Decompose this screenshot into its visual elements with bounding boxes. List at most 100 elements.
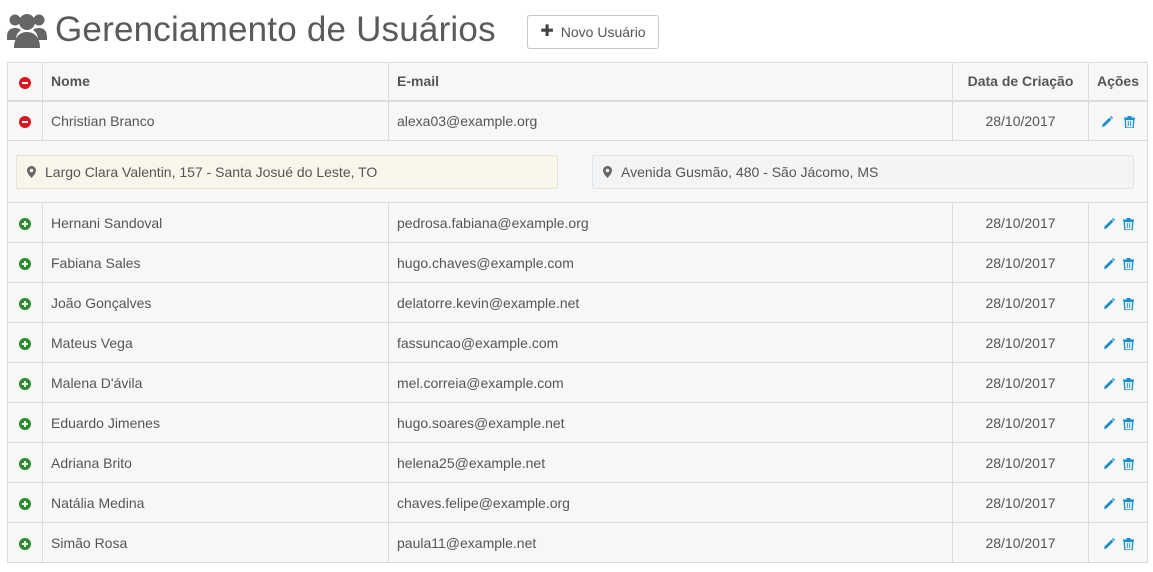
collapse-icon[interactable]	[19, 116, 31, 129]
new-user-button[interactable]: ✚ Novo Usuário	[527, 15, 659, 49]
table-row: Adriana Brito helena25@example.net 28/10/2…	[7, 442, 1148, 483]
table-row: Fabiana Sales hugo.chaves@example.com 28/1…	[7, 242, 1148, 283]
edit-icon[interactable]	[1103, 537, 1115, 550]
map-marker-icon	[27, 165, 36, 178]
collapse-all-toggle[interactable]	[7, 62, 43, 102]
address-details: Largo Clara Valentin, 157 - Santa Josué …	[7, 140, 1148, 203]
user-name: Hernani Sandoval	[42, 202, 389, 243]
user-email: mel.correia@example.com	[388, 362, 953, 403]
user-email: paula11@example.net	[388, 522, 953, 563]
user-name: Malena D'ávila	[42, 362, 389, 403]
user-name: Mateus Vega	[42, 322, 389, 363]
row-toggle[interactable]	[7, 402, 43, 443]
user-name: Fabiana Sales	[42, 242, 389, 283]
user-email: delatorre.kevin@example.net	[388, 282, 953, 323]
address-details-row: Largo Clara Valentin, 157 - Santa Josué …	[7, 140, 1148, 203]
table-row: Malena D'ávila mel.correia@example.com 28/…	[7, 362, 1148, 403]
edit-icon[interactable]	[1103, 497, 1115, 510]
edit-icon[interactable]	[1103, 257, 1115, 270]
row-toggle[interactable]	[7, 202, 43, 243]
row-actions	[1088, 402, 1148, 443]
row-actions	[1088, 202, 1148, 243]
address-text: Avenida Gusmão, 480 - São Jácomo, MS	[621, 163, 879, 180]
expand-icon[interactable]	[19, 217, 31, 230]
row-toggle[interactable]	[7, 362, 43, 403]
user-name: Simão Rosa	[42, 522, 389, 563]
user-created-date: 28/10/2017	[952, 522, 1089, 563]
trash-icon[interactable]	[1122, 457, 1134, 470]
table-header-row: Nome E-mail Data de Criação Ações	[7, 62, 1148, 102]
edit-icon[interactable]	[1103, 297, 1115, 310]
row-toggle[interactable]	[7, 442, 43, 483]
trash-icon[interactable]	[1122, 217, 1134, 230]
user-email: chaves.felipe@example.org	[388, 482, 953, 523]
row-actions	[1088, 482, 1148, 523]
column-header-email[interactable]: E-mail	[388, 62, 953, 102]
table-row: Eduardo Jimenes hugo.soares@example.net 28…	[7, 402, 1148, 443]
table-row: Mateus Vega fassuncao@example.com 28/10/20…	[7, 322, 1148, 363]
trash-icon[interactable]	[1122, 537, 1134, 550]
user-name: Eduardo Jimenes	[42, 402, 389, 443]
row-toggle[interactable]	[7, 242, 43, 283]
table-row: Christian Branco alexa03@example.org 28/…	[7, 100, 1148, 141]
user-created-date: 28/10/2017	[952, 282, 1089, 323]
trash-icon[interactable]	[1124, 116, 1136, 129]
table-row: Simão Rosa paula11@example.net 28/10/2017	[7, 522, 1148, 563]
edit-icon[interactable]	[1103, 337, 1115, 350]
user-name: Natália Medina	[42, 482, 389, 523]
table-row: Hernani Sandoval pedrosa.fabiana@example.…	[7, 202, 1148, 243]
edit-icon[interactable]	[1103, 457, 1115, 470]
row-actions	[1088, 442, 1148, 483]
user-email: pedrosa.fabiana@example.org	[388, 202, 953, 243]
plus-icon: ✚	[540, 23, 554, 40]
row-toggle[interactable]	[7, 482, 43, 523]
users-icon	[7, 14, 47, 48]
row-actions	[1088, 322, 1148, 363]
expand-icon[interactable]	[19, 297, 31, 310]
edit-icon[interactable]	[1101, 116, 1113, 128]
page-header: Gerenciamento de Usuários ✚ Novo Usuário	[0, 0, 1153, 62]
row-toggle[interactable]	[7, 100, 43, 141]
column-header-date[interactable]: Data de Criação	[952, 62, 1089, 102]
column-header-actions: Ações	[1088, 62, 1148, 102]
expand-icon[interactable]	[19, 537, 31, 550]
user-created-date: 28/10/2017	[952, 362, 1089, 403]
trash-icon[interactable]	[1122, 497, 1134, 510]
new-user-button-label: Novo Usuário	[560, 24, 646, 40]
user-email: hugo.chaves@example.com	[388, 242, 953, 283]
user-name: João Gonçalves	[42, 282, 389, 323]
user-created-date: 28/10/2017	[952, 442, 1089, 483]
user-created-date: 28/10/2017	[952, 100, 1089, 141]
table-row: Natália Medina chaves.felipe@example.org 2…	[7, 482, 1148, 523]
user-name: Christian Branco	[42, 100, 389, 141]
trash-icon[interactable]	[1122, 377, 1134, 390]
row-actions	[1088, 282, 1148, 323]
expand-icon[interactable]	[19, 377, 31, 390]
trash-icon[interactable]	[1122, 297, 1134, 310]
user-email: hugo.soares@example.net	[388, 402, 953, 443]
row-toggle[interactable]	[7, 522, 43, 563]
expand-icon[interactable]	[19, 417, 31, 430]
collapse-icon[interactable]	[19, 76, 31, 89]
page-title: Gerenciamento de Usuários	[55, 10, 496, 49]
user-email: helena25@example.net	[388, 442, 953, 483]
row-toggle[interactable]	[7, 282, 43, 323]
edit-icon[interactable]	[1103, 377, 1115, 390]
table-row: João Gonçalves delatorre.kevin@example.ne…	[7, 282, 1148, 323]
expand-icon[interactable]	[19, 257, 31, 270]
expand-icon[interactable]	[19, 457, 31, 470]
edit-icon[interactable]	[1103, 217, 1115, 230]
row-toggle[interactable]	[7, 322, 43, 363]
edit-icon[interactable]	[1103, 417, 1115, 430]
user-email: alexa03@example.org	[388, 100, 953, 141]
expand-icon[interactable]	[19, 337, 31, 350]
trash-icon[interactable]	[1122, 337, 1134, 350]
expand-icon[interactable]	[19, 497, 31, 510]
row-actions	[1088, 522, 1148, 563]
column-header-name[interactable]: Nome	[42, 62, 389, 102]
user-created-date: 28/10/2017	[952, 322, 1089, 363]
row-actions	[1088, 100, 1148, 141]
trash-icon[interactable]	[1122, 417, 1134, 430]
user-created-date: 28/10/2017	[952, 402, 1089, 443]
trash-icon[interactable]	[1122, 257, 1134, 270]
